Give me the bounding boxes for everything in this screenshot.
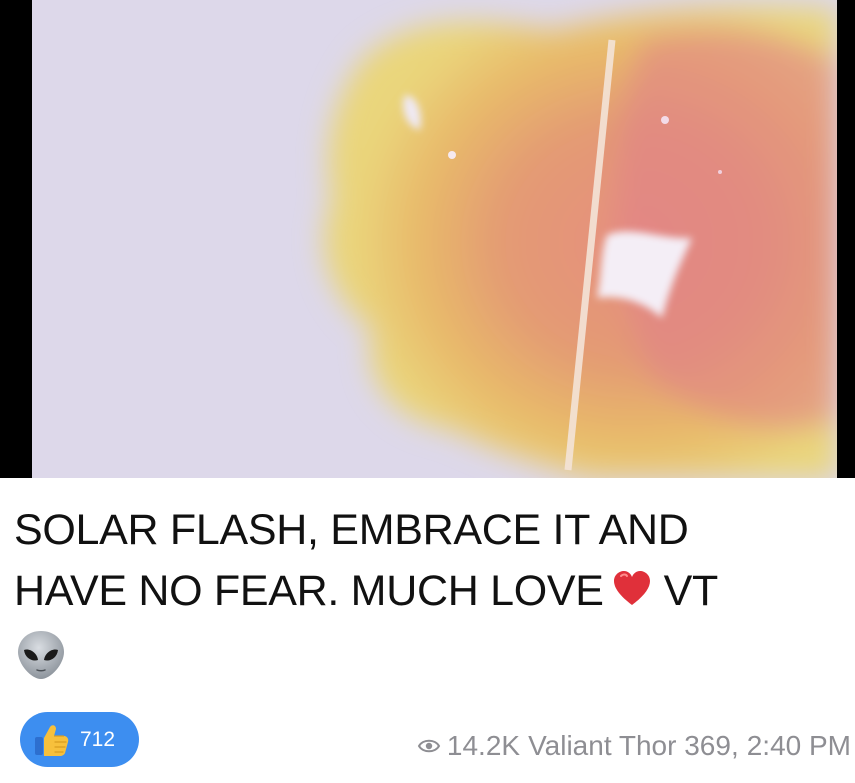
red-heart-icon xyxy=(613,571,650,605)
thumbs-up-reaction-button[interactable]: 712 xyxy=(20,712,139,767)
eye-icon xyxy=(417,739,441,753)
caption-line-1: SOLAR FLASH, EMBRACE IT AND xyxy=(14,506,689,554)
caption-line-2: HAVE NO FEAR. MUCH LOVE VT xyxy=(14,561,849,622)
media-letterbox-right xyxy=(837,0,855,478)
channel-post: SOLAR FLASH, EMBRACE IT AND HAVE NO FEAR… xyxy=(0,0,855,783)
post-caption: SOLAR FLASH, EMBRACE IT AND HAVE NO FEAR… xyxy=(14,500,849,682)
author-signature: Valiant Thor 369, xyxy=(528,730,739,761)
post-time: 2:40 PM xyxy=(746,730,851,761)
reaction-count: 712 xyxy=(80,727,116,751)
media-letterbox-left xyxy=(0,0,32,478)
post-meta: 14.2K Valiant Thor 369, 2:40 PM xyxy=(417,726,851,766)
caption-text: HAVE NO FEAR. MUCH LOVE xyxy=(14,567,604,615)
alien-icon xyxy=(18,631,64,679)
thumbs-up-icon xyxy=(35,724,69,756)
sun-photo xyxy=(32,0,837,478)
post-media-image[interactable] xyxy=(0,0,855,478)
caption-signature: VT xyxy=(663,567,719,615)
view-count: 14.2K xyxy=(446,730,521,761)
